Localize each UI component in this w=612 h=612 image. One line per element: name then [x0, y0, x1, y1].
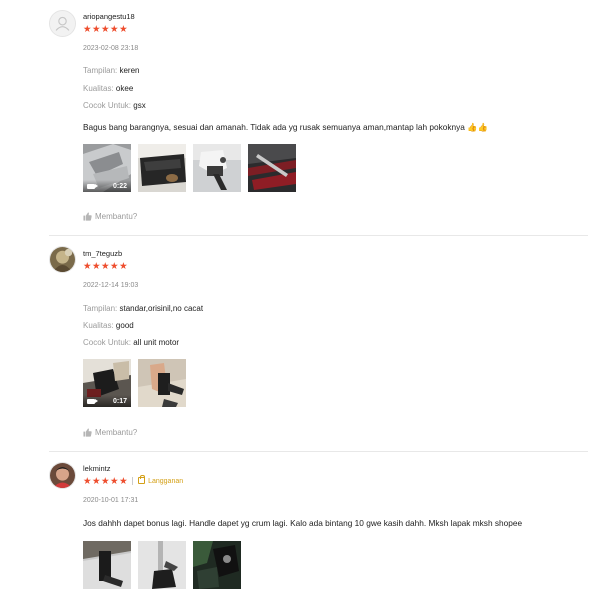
- shop-bag-icon: [138, 475, 146, 484]
- review-date: 2022-12-14 19:03: [83, 282, 139, 289]
- review-divider: [49, 451, 588, 452]
- attr-tampilan: Tampilan: standar,orisinil,no cacat: [83, 304, 204, 313]
- review-media: [83, 541, 241, 589]
- review-date: 2023-02-08 23:18: [83, 45, 139, 52]
- video-duration: 0:17: [112, 398, 127, 405]
- helpful-button[interactable]: Membantu?: [83, 428, 137, 437]
- review-date: 2020-10-01 17:31: [83, 497, 139, 504]
- review-photo-thumbnail[interactable]: [83, 541, 131, 589]
- helpful-label: Membantu?: [95, 428, 138, 437]
- thumbs-up-icon: [83, 428, 92, 437]
- review-divider: [49, 235, 588, 236]
- review-media: 0:22: [83, 144, 296, 192]
- review-photo-thumbnail[interactable]: [138, 359, 186, 407]
- rating-stars: ★★★★★: [83, 24, 129, 35]
- review-username[interactable]: ariopangestu18: [83, 12, 135, 21]
- video-duration: 0:22: [112, 183, 127, 190]
- review-username[interactable]: tm_7teguzb: [83, 249, 122, 258]
- attr-kualitas: Kualitas: okee: [83, 84, 134, 93]
- subscriber-badge: Langganan: [138, 475, 183, 485]
- review-photo-thumbnail[interactable]: [138, 541, 186, 589]
- avatar[interactable]: [49, 246, 76, 273]
- review-media: 0:17: [83, 359, 186, 407]
- review-video-thumbnail[interactable]: 0:22: [83, 144, 131, 192]
- rating-stars: ★★★★★: [83, 261, 129, 272]
- camera-icon: [87, 399, 98, 404]
- review-photo-thumbnail[interactable]: [138, 144, 186, 192]
- helpful-label: Membantu?: [95, 212, 138, 221]
- thumbs-up-icon: [83, 212, 92, 221]
- attr-cocok-untuk: Cocok Untuk: all unit motor: [83, 338, 180, 347]
- attr-tampilan: Tampilan: keren: [83, 66, 140, 75]
- review-comment: Jos dahhh dapet bonus lagi. Handle dapet…: [83, 518, 523, 528]
- review-photo-thumbnail[interactable]: [248, 144, 296, 192]
- default-avatar-icon: [50, 11, 75, 36]
- rating-stars-glyphs: ★★★★★: [83, 476, 129, 487]
- review-photo-thumbnail[interactable]: [193, 541, 241, 589]
- review-username[interactable]: lekmintz: [83, 464, 111, 473]
- rating-stars: ★★★★★ Langganan: [83, 475, 183, 487]
- avatar[interactable]: [49, 10, 76, 37]
- attr-cocok-untuk: Cocok Untuk: gsx: [83, 101, 146, 110]
- review-video-thumbnail[interactable]: 0:17: [83, 359, 131, 407]
- review-photo-thumbnail[interactable]: [193, 144, 241, 192]
- review-comment: Bagus bang barangnya, sesuai dan amanah.…: [83, 122, 488, 132]
- attr-kualitas: Kualitas: good: [83, 321, 134, 330]
- camera-icon: [87, 184, 98, 189]
- avatar[interactable]: [49, 462, 76, 489]
- helpful-button[interactable]: Membantu?: [83, 212, 137, 221]
